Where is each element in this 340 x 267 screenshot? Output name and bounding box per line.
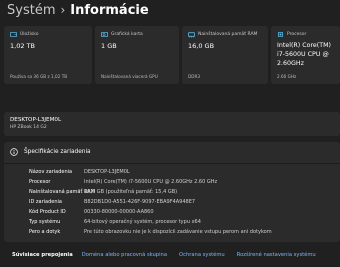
spec-value: 64-bitový operačný systém, procesor typu… (84, 219, 201, 225)
processor-card-value: Intel(R) Core(TM) i7-5600U CPU @ 2.60GHz (277, 41, 331, 68)
spec-key: ID zariadenia (29, 199, 62, 205)
device-name: DESKTOP-L3JEM0L (10, 117, 62, 123)
system-protection-link[interactable]: Ochrana systému (179, 252, 225, 258)
breadcrumb: Systém › Informácie (7, 0, 149, 20)
device-specifications: Špecifikácie zariadenia Názov zariadenia… (4, 142, 340, 242)
breadcrumb-separator: › (60, 3, 66, 17)
gpu-card-header: Grafická karta (101, 31, 143, 38)
ram-card-header: Nainštalovaná pamäť RAM (188, 31, 257, 38)
gpu-icon (101, 31, 108, 38)
breadcrumb-root[interactable]: Systém (7, 3, 55, 18)
spec-key: Typ systému (29, 219, 61, 225)
storage-card[interactable]: Úložisko 1,02 TB Používa sa 36 GB z 1,02… (4, 26, 92, 84)
spec-value: B82DB1D0-A551-426F-9097-EBA9F4A948E7 (84, 199, 196, 205)
storage-card-sub: Používa sa 36 GB z 1,02 TB (10, 74, 68, 79)
info-icon (10, 148, 18, 156)
page-title: Informácie (70, 2, 149, 18)
ram-icon (188, 32, 195, 38)
ram-card-title: Nainštalovaná pamäť RAM (198, 32, 258, 37)
gpu-card-value: 1 GB (101, 42, 117, 50)
spec-value: 00330-80000-00000-AA860 (84, 209, 154, 215)
divider (4, 163, 340, 164)
device-model: HP ZBook 14 G2 (10, 125, 47, 130)
spec-value: Pre túto obrazovku nie je k dispozícii z… (84, 229, 272, 235)
spec-key: Pero a dotyk (29, 229, 61, 235)
related-links-title: Súvisiace prepojenia (12, 252, 73, 258)
processor-card-sub: 2.60 GHz (277, 74, 297, 79)
specs-header[interactable]: Špecifikácie zariadenia (10, 148, 91, 156)
spec-key: Názov zariadenia (29, 169, 73, 175)
spec-value: DESKTOP-L3JEM0L (84, 169, 130, 175)
ram-card[interactable]: Nainštalovaná pamäť RAM 16,0 GB DDR3 (182, 26, 268, 84)
related-links: Súvisiace prepojenia Doména alebo pracov… (12, 250, 328, 260)
storage-icon (10, 31, 17, 38)
spec-key: Procesor (29, 179, 51, 185)
processor-card-header: Procesor (277, 31, 306, 38)
summary-cards: Úložisko 1,02 TB Používa sa 36 GB z 1,02… (4, 26, 340, 84)
specs-title: Špecifikácie zariadenia (24, 149, 91, 155)
processor-value-line: 2.60GHz (277, 60, 304, 67)
device-header: DESKTOP-L3JEM0L HP ZBook 14 G2 (4, 112, 340, 136)
processor-value-line: i7-5600U CPU @ (277, 51, 329, 58)
gpu-card[interactable]: Grafická karta 1 GB Nainštalovaná viacer… (95, 26, 179, 84)
spec-value: Intel(R) Core(TM) i7-5600U CPU @ 2.60GHz… (84, 179, 218, 185)
gpu-card-sub: Nainštalovaná viacerá GPU (101, 74, 158, 79)
storage-card-value: 1,02 TB (10, 42, 35, 50)
advanced-system-settings-link[interactable]: Rozšírené nastavenia systému (237, 252, 316, 258)
processor-value-line: Intel(R) Core(TM) (277, 42, 331, 49)
spec-key: Kód Product ID (29, 209, 66, 215)
gpu-card-title: Grafická karta (111, 32, 143, 37)
processor-icon (277, 31, 284, 38)
ram-card-value: 16,0 GB (188, 42, 215, 50)
processor-card[interactable]: Procesor Intel(R) Core(TM) i7-5600U CPU … (271, 26, 340, 84)
storage-card-header: Úložisko (10, 31, 38, 38)
processor-card-title: Procesor (287, 32, 307, 37)
domain-workgroup-link[interactable]: Doména alebo pracovná skupina (82, 252, 167, 258)
storage-card-title: Úložisko (20, 32, 39, 37)
ram-card-sub: DDR3 (188, 74, 201, 79)
spec-value: 16,0 GB (použiteľná pamäť: 15,4 GB) (84, 189, 178, 195)
